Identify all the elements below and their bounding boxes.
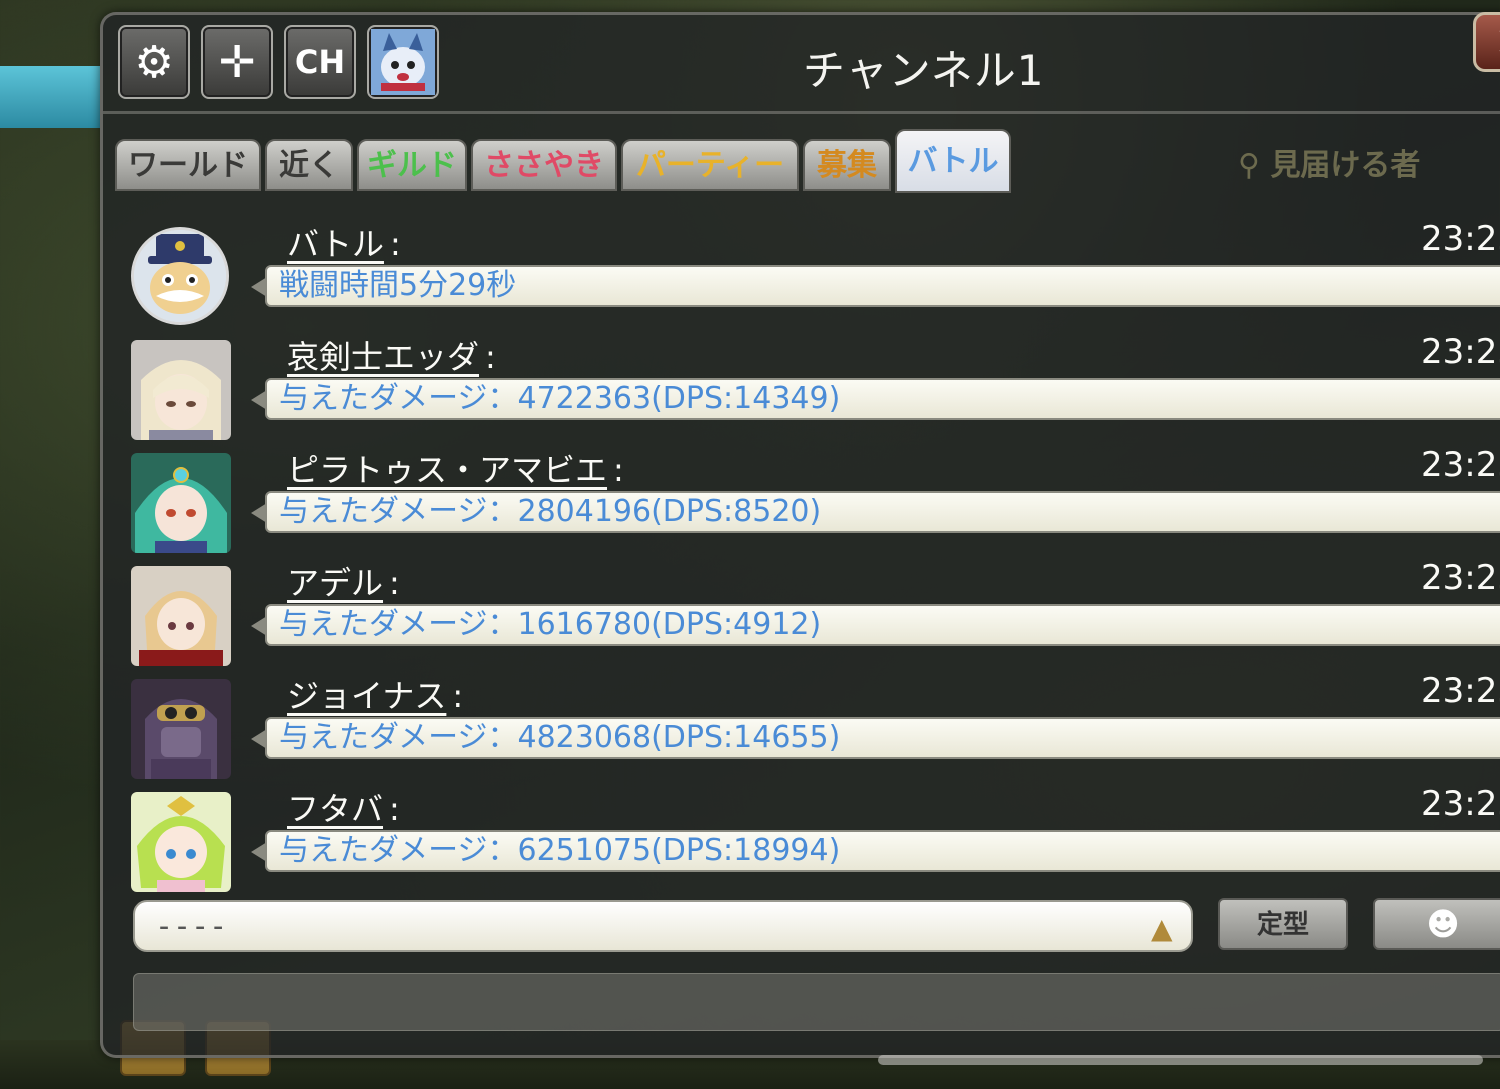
message-text: 与えたダメージ：6251075(DPS:18994) xyxy=(251,830,1500,872)
tab-label: 募集 xyxy=(817,148,877,183)
speaker-name[interactable]: 哀剣士エッダ: xyxy=(287,332,496,378)
speaker-name[interactable]: アデル: xyxy=(287,558,400,604)
avatar-pilatus-amabie xyxy=(131,453,231,553)
settings-button[interactable]: ⚙ xyxy=(118,25,190,99)
message-time: 23:23 xyxy=(1421,445,1500,485)
message-text: 与えたダメージ：1616780(DPS:4912) xyxy=(251,604,1500,646)
speaker-name[interactable]: フタバ: xyxy=(287,784,400,830)
chat-window: ⚙ ✛ CH チャンネル1 ✕ ワールド xyxy=(100,12,1500,1065)
tab-battle[interactable]: バトル xyxy=(895,129,1011,193)
chat-message: ジョイナス: 23:23 与えたダメージ：4823068(DPS:14655) xyxy=(131,671,1500,789)
tab-label: ギルド xyxy=(367,148,457,183)
chat-message: ピラトゥス・アマビエ: 23:23 与えたダメージ：2804196(DPS:85… xyxy=(131,445,1500,563)
close-icon: ✕ xyxy=(1494,17,1500,68)
chat-message: フタバ: 23:23 与えたダメージ：6251075(DPS:18994) xyxy=(131,784,1500,902)
tab-world[interactable]: ワールド xyxy=(115,139,261,191)
window-title: チャンネル1 xyxy=(803,46,1045,95)
map-pin-icon: ⚲ xyxy=(1238,148,1260,183)
chat-bottom-bar xyxy=(133,973,1500,1031)
chat-input-value: ---- xyxy=(155,909,228,944)
chat-input[interactable]: ---- xyxy=(133,900,1193,952)
tab-guild[interactable]: ギルド xyxy=(357,139,467,191)
speaker-name[interactable]: ピラトゥス・アマビエ: xyxy=(287,445,624,491)
speaker-name[interactable]: バトル: xyxy=(287,219,401,265)
avatar-joinas xyxy=(131,679,231,779)
tab-label: ささやき xyxy=(484,148,604,183)
expand-arrow-icon[interactable]: ▲ xyxy=(1151,912,1173,945)
message-time: 23:23 xyxy=(1421,671,1500,711)
tab-recruit[interactable]: 募集 xyxy=(803,139,891,191)
template-button[interactable]: 定型 xyxy=(1218,898,1348,950)
location-label: ⚲ 見届ける者 xyxy=(1238,140,1420,184)
message-text: 戦闘時間5分29秒 xyxy=(251,265,1500,307)
tab-label: ワールド xyxy=(128,148,248,183)
speaker-name[interactable]: ジョイナス: xyxy=(287,671,463,717)
tab-label: パーティー xyxy=(635,148,785,183)
message-text: 与えたダメージ：4722363(DPS:14349) xyxy=(251,378,1500,420)
tab-label: バトル xyxy=(907,144,999,179)
emoji-button[interactable]: ☻ xyxy=(1373,898,1500,950)
gear-icon: ⚙ xyxy=(134,36,174,88)
message-time: 23:23 xyxy=(1421,558,1500,598)
message-text: 与えたダメージ：2804196(DPS:8520) xyxy=(251,491,1500,533)
move-button[interactable]: ✛ xyxy=(201,25,273,99)
tab-nearby[interactable]: 近く xyxy=(265,139,353,191)
chat-header: ⚙ ✛ CH チャンネル1 ✕ xyxy=(103,12,1500,114)
tab-label: 近く xyxy=(279,148,339,183)
close-button[interactable]: ✕ xyxy=(1473,12,1500,72)
avatar-edda xyxy=(131,340,231,440)
scrollbar[interactable] xyxy=(878,1055,1483,1065)
avatar-futaba xyxy=(131,792,231,892)
avatar-battle-system xyxy=(131,227,229,325)
background-blue-bar xyxy=(0,66,100,128)
template-label: 定型 xyxy=(1256,910,1309,940)
channel-label: CH xyxy=(294,43,346,81)
tab-party[interactable]: パーティー xyxy=(621,139,799,191)
chat-message: バトル: 23:23 戦闘時間5分29秒 xyxy=(131,219,1500,337)
message-time: 23:23 xyxy=(1421,219,1500,259)
message-text: 与えたダメージ：4823068(DPS:14655) xyxy=(251,717,1500,759)
location-text: 見届ける者 xyxy=(1270,148,1421,183)
avatar-adel xyxy=(131,566,231,666)
pet-button[interactable] xyxy=(367,25,439,99)
chat-message: 哀剣士エッダ: 23:23 与えたダメージ：4722363(DPS:14349) xyxy=(131,332,1500,450)
chat-message: アデル: 23:23 与えたダメージ：1616780(DPS:4912) xyxy=(131,558,1500,676)
channel-button[interactable]: CH xyxy=(284,25,356,99)
pet-icon xyxy=(371,29,435,95)
tab-whisper[interactable]: ささやき xyxy=(471,139,617,191)
message-time: 23:23 xyxy=(1421,784,1500,824)
smiley-icon: ☻ xyxy=(1426,905,1460,943)
move-icon: ✛ xyxy=(218,36,256,88)
message-time: 23:23 xyxy=(1421,332,1500,372)
